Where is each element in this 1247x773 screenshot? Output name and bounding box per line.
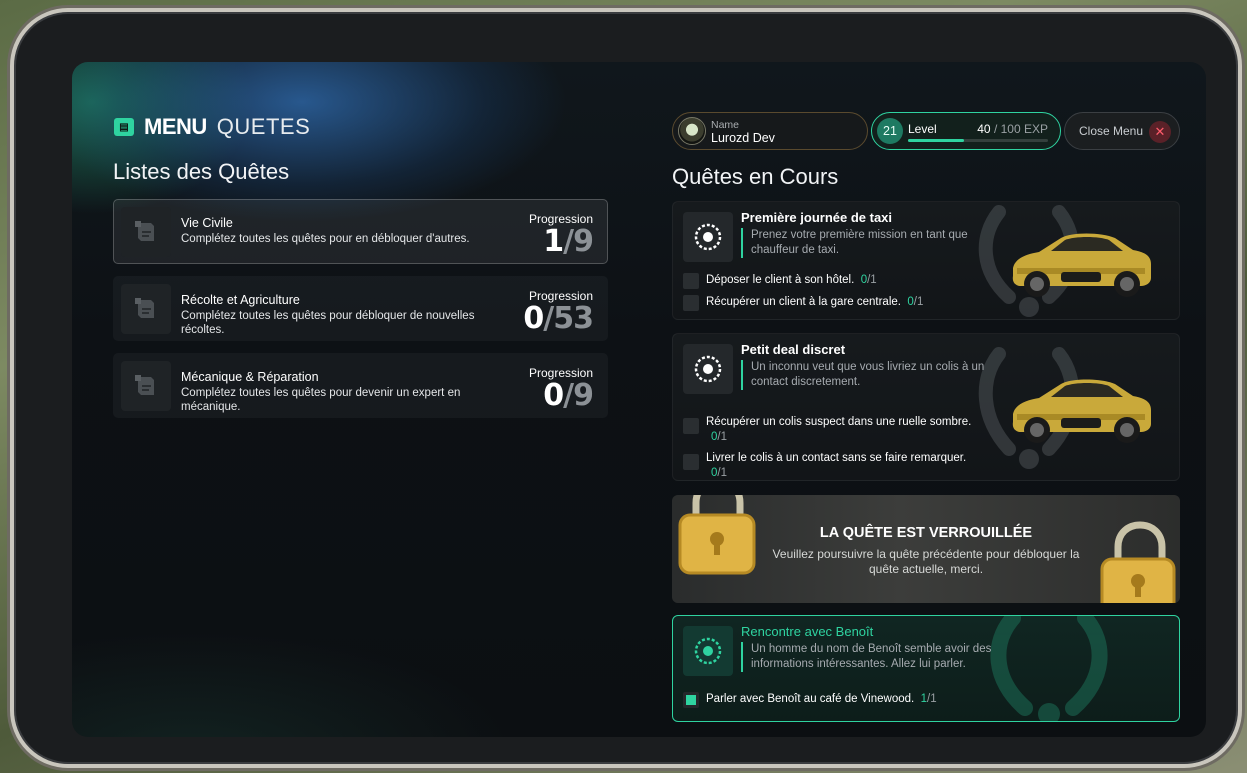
quest-category-mecanique[interactable]: Mécanique & Réparation Complétez toutes …: [113, 353, 608, 418]
quest-category-title: Mécanique & Réparation: [181, 370, 319, 384]
quest-description: Un homme du nom de Benoît semble avoir d…: [751, 643, 992, 670]
background-glow: [72, 537, 632, 737]
name-label: Name: [711, 119, 740, 131]
menu-title-bold: MENU: [144, 114, 207, 139]
objective-checkbox-checked: [683, 692, 699, 708]
close-menu-button[interactable]: Close Menu ✕: [1064, 112, 1180, 150]
quest-card-taxi[interactable]: Première journée de taxi Prenez votre pr…: [672, 201, 1180, 320]
quest-card-benoit[interactable]: Rencontre avec Benoît Un homme du nom de…: [672, 615, 1180, 722]
objective-text: Parler avec Benoît au café de Vinewood.: [706, 693, 915, 705]
quest-emblem-icon: [683, 626, 733, 676]
objective-text: Récupérer un colis suspect dans une ruel…: [706, 416, 972, 428]
quest-description: Prenez votre première mission en tant qu…: [751, 229, 968, 256]
quest-description-block: Un inconnu veut que vous livriez un coli…: [741, 360, 1003, 390]
objective-total: /1: [717, 467, 727, 479]
quest-emblem-icon: [683, 212, 733, 262]
tablet-frame: ▤ MENU QUETES Listes des Quêtes Vie Civi…: [10, 8, 1242, 768]
locked-title: LA QUÊTE EST VERROUILLÉE: [819, 525, 1033, 541]
quest-category-description: Complétez toutes les quêtes pour en débl…: [181, 233, 470, 245]
objective-text: Livrer le colis à un contact sans se fai…: [706, 452, 967, 464]
exp-total: 100 EXP: [1000, 122, 1048, 136]
objective-checkbox: [683, 295, 699, 311]
exp-progress-fill: [908, 139, 964, 142]
progress-done: 0: [523, 301, 544, 336]
level-pill: 21 Level 40 / 100 EXP: [871, 112, 1061, 150]
level-label: Level: [908, 122, 937, 136]
quest-objective: Livrer le colis à un contact sans se fai…: [683, 450, 1003, 480]
quest-title: Première journée de taxi: [741, 210, 893, 225]
objective-total: /1: [927, 693, 937, 705]
quest-category-description: Complétez toutes les quêtes pour débloqu…: [181, 310, 475, 336]
objective-checkbox: [683, 418, 699, 434]
player-name: Lurozd Dev: [711, 131, 775, 145]
book-icon: ▤: [114, 118, 134, 136]
locked-quest-banner: LA QUÊTE EST VERROUILLÉE Veuillez poursu…: [672, 495, 1180, 603]
close-menu-label: Close Menu: [1079, 124, 1144, 138]
progress-done: 1: [543, 224, 564, 259]
progress-value: 1/9: [543, 224, 594, 259]
progress-total: /9: [563, 378, 594, 413]
progress-value: 0/53: [523, 301, 594, 336]
scroll-icon: [121, 207, 171, 257]
exp-progress-bar: [908, 139, 1048, 142]
quest-title: Petit deal discret: [741, 342, 846, 357]
car-image: [1007, 370, 1155, 451]
quest-list-heading: Listes des Quêtes: [113, 159, 290, 184]
close-icon: ✕: [1149, 121, 1171, 143]
quest-category-recolte[interactable]: Récolte et Agriculture Complétez toutes …: [113, 276, 608, 341]
quest-description-block: Prenez votre première mission en tant qu…: [741, 228, 1003, 258]
objective-text: Récupérer un client à la gare centrale.: [706, 296, 901, 308]
progress-value: 0/9: [543, 378, 594, 413]
exp-separator: /: [993, 122, 998, 136]
quest-title: Rencontre avec Benoît: [741, 624, 874, 639]
quest-description: Un inconnu veut que vous livriez un coli…: [751, 361, 985, 388]
objective-text: Déposer le client à son hôtel.: [706, 274, 855, 286]
progress-done: 0: [543, 378, 564, 413]
player-name-pill: Name Lurozd Dev: [672, 112, 868, 150]
quest-category-title: Vie Civile: [181, 216, 233, 230]
exp-readout: 40 / 100 EXP: [977, 122, 1048, 136]
quest-menu-screen: ▤ MENU QUETES Listes des Quêtes Vie Civi…: [72, 62, 1206, 737]
locked-message: Veuillez poursuivre la quête précédente …: [772, 547, 1080, 576]
quest-category-vie-civile[interactable]: Vie Civile Complétez toutes les quêtes p…: [113, 199, 608, 264]
quest-list: Vie Civile Complétez toutes les quêtes p…: [113, 199, 608, 430]
scroll-icon: [121, 284, 171, 334]
active-quests-heading: Quêtes en Cours: [672, 164, 839, 189]
progress-total: /9: [563, 224, 594, 259]
level-number: 21: [877, 118, 903, 144]
objective-total: /1: [913, 296, 924, 308]
objective-checkbox: [683, 273, 699, 289]
objective-total: /1: [867, 274, 877, 286]
menu-title: ▤ MENU QUETES: [114, 114, 310, 140]
exp-current: 40: [977, 122, 991, 136]
progress-total: /53: [543, 301, 594, 336]
menu-title-light: QUETES: [216, 114, 311, 139]
quest-category-title: Récolte et Agriculture: [181, 293, 300, 307]
objective-checkbox: [683, 454, 699, 470]
car-image: [1007, 224, 1155, 305]
objective-total: /1: [717, 431, 727, 443]
quest-objective: Récupérer un colis suspect dans une ruel…: [683, 414, 1003, 444]
quest-category-description: Complétez toutes les quêtes pour devenir…: [181, 387, 461, 413]
quest-description-block: Un homme du nom de Benoît semble avoir d…: [741, 642, 1003, 672]
scroll-icon: [121, 361, 171, 411]
quest-emblem-icon: [683, 344, 733, 394]
avatar: [678, 117, 706, 145]
quest-card-deal[interactable]: Petit deal discret Un inconnu veut que v…: [672, 333, 1180, 481]
